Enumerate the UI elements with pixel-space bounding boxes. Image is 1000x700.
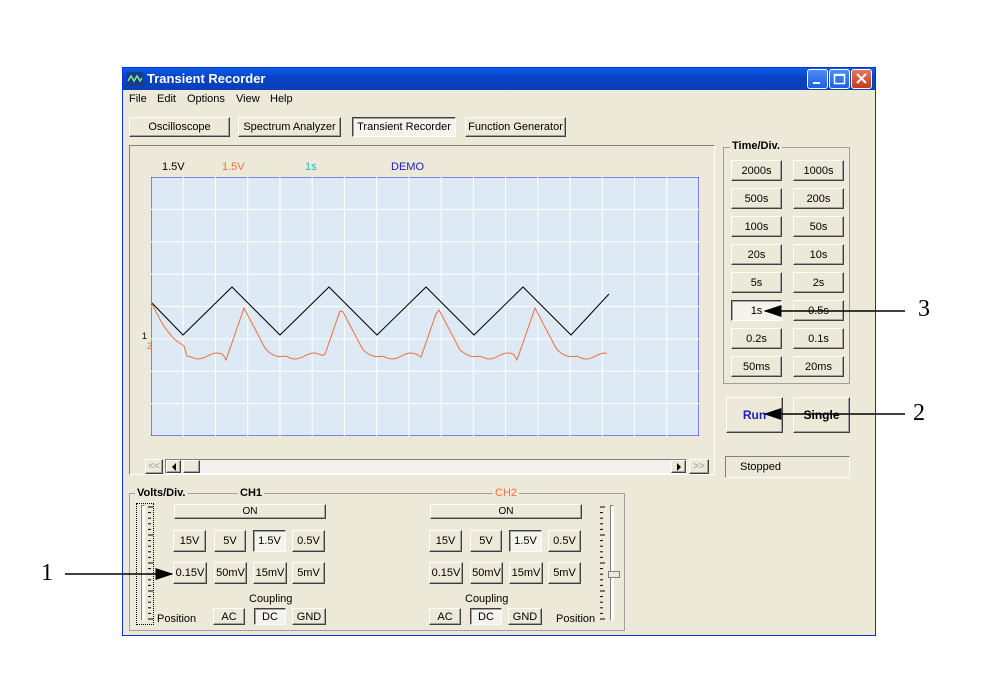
callout-label-3: 3 [918, 296, 930, 322]
ch1-range-5mV[interactable]: 5mV [292, 562, 325, 584]
callout-label-2: 2 [913, 400, 925, 426]
waveform-icon [127, 72, 143, 86]
run-button[interactable]: Run [726, 397, 783, 433]
ch1-marker: 1 [142, 331, 148, 341]
scroll-far-left-button[interactable]: << [145, 459, 163, 474]
ch1-range-0_5V[interactable]: 0.5V [292, 530, 325, 552]
ch2-position-slider[interactable] [600, 503, 620, 625]
ch2-range-15V[interactable]: 15V [429, 530, 462, 552]
time-div-button-1000s[interactable]: 1000s [793, 160, 844, 181]
single-button[interactable]: Single [793, 397, 850, 433]
ch2-range-50mV[interactable]: 50mV [470, 562, 503, 584]
minimize-icon [813, 82, 820, 84]
callout-label-1: 1 [41, 560, 53, 586]
ch2-coupling-dc[interactable]: DC [470, 608, 502, 625]
close-button[interactable] [851, 69, 872, 89]
scroll-left-button[interactable] [166, 460, 181, 473]
time-div-button-1s[interactable]: 1s [731, 300, 782, 321]
ch2-slider-track [610, 505, 614, 621]
ch2-coupling-label: Coupling [465, 593, 509, 605]
ch1-slider-ticks [148, 506, 153, 620]
ch2-range-0_15V[interactable]: 0.15V [429, 562, 463, 584]
time-div-button-50ms[interactable]: 50ms [731, 356, 782, 377]
tab-oscilloscope[interactable]: Oscilloscope [129, 117, 230, 137]
ch2-range-5V[interactable]: 5V [470, 530, 502, 552]
ch2-range-1_5V[interactable]: 1.5V [509, 530, 542, 552]
menu-file[interactable]: File [129, 93, 147, 105]
ch2-position-label: Position [556, 613, 596, 625]
ch1-range-15V[interactable]: 15V [173, 530, 206, 552]
time-div-button-0_5s[interactable]: 0.5s [793, 300, 844, 321]
ch2-range-0_5V[interactable]: 0.5V [548, 530, 581, 552]
time-div-button-0_2s[interactable]: 0.2s [731, 328, 782, 349]
time-div-button-20s[interactable]: 20s [731, 244, 782, 265]
title-bar[interactable]: Transient Recorder [123, 68, 875, 90]
minimize-button[interactable] [807, 69, 828, 89]
ch1-volts-readout: 1.5V [162, 161, 185, 173]
time-div-button-5s[interactable]: 5s [731, 272, 782, 293]
mode-readout: DEMO [391, 161, 424, 173]
arrow-left-icon [171, 462, 176, 471]
scroll-far-right-button[interactable]: >> [689, 459, 709, 474]
ch1-on-toggle[interactable]: ON [174, 504, 326, 519]
arrow-right-icon [676, 462, 681, 471]
ch1-slider-track [141, 505, 145, 621]
tab-transient-recorder[interactable]: Transient Recorder [352, 117, 456, 137]
scroll-right-button[interactable] [671, 460, 686, 473]
time-div-button-2s[interactable]: 2s [793, 272, 844, 293]
close-icon [856, 73, 867, 84]
tab-function-generator[interactable]: Function Generator [465, 117, 566, 137]
time-div-button-2000s[interactable]: 2000s [731, 160, 782, 181]
volts-div-title: Volts/Div. [135, 487, 188, 499]
time-div-button-20ms[interactable]: 20ms [793, 356, 844, 377]
time-div-button-0_1s[interactable]: 0.1s [793, 328, 844, 349]
menu-edit[interactable]: Edit [157, 93, 176, 105]
ch1-range-1_5V[interactable]: 1.5V [253, 530, 286, 552]
maximize-button[interactable] [829, 69, 850, 89]
ch2-slider-thumb[interactable] [608, 571, 620, 578]
ch1-coupling-dc[interactable]: DC [254, 608, 286, 625]
ch2-range-5mV[interactable]: 5mV [548, 562, 581, 584]
time-div-title: Time/Div. [730, 140, 782, 152]
ch1-title: CH1 [238, 487, 265, 499]
ch1-coupling-ac[interactable]: AC [213, 608, 245, 625]
ch1-range-0_15V[interactable]: 0.15V [173, 562, 207, 584]
ch2-volts-readout: 1.5V [222, 161, 245, 173]
ch2-slider-ticks [600, 506, 605, 620]
ch2-coupling-ac[interactable]: AC [429, 608, 461, 625]
menu-view[interactable]: View [236, 93, 260, 105]
window-title: Transient Recorder [147, 71, 266, 86]
ch1-range-15mV[interactable]: 15mV [253, 562, 287, 584]
ch1-position-label: Position [157, 613, 197, 625]
time-div-button-10s[interactable]: 10s [793, 244, 844, 265]
ch1-position-slider[interactable] [136, 503, 154, 625]
horizontal-scrollbar[interactable] [165, 459, 687, 474]
ch1-range-5V[interactable]: 5V [214, 530, 246, 552]
menu-options[interactable]: Options [187, 93, 225, 105]
status-box: Stopped [725, 456, 850, 478]
time-div-button-100s[interactable]: 100s [731, 216, 782, 237]
ch2-title: CH2 [493, 487, 520, 499]
ch1-coupling-label: Coupling [249, 593, 293, 605]
ch2-range-15mV[interactable]: 15mV [509, 562, 543, 584]
menu-help[interactable]: Help [270, 93, 293, 105]
menu-bar: File Edit Options View Help [123, 90, 875, 108]
scope-graph [151, 177, 699, 436]
ch1-coupling-gnd[interactable]: GND [292, 608, 326, 625]
ch2-on-toggle[interactable]: ON [430, 504, 582, 519]
status-text: Stopped [740, 461, 781, 473]
scope-display: 1.5V 1.5V 1s DEMO 1 2 [129, 145, 715, 475]
tab-spectrum-analyzer[interactable]: Spectrum Analyzer [238, 117, 341, 137]
time-div-button-200s[interactable]: 200s [793, 188, 844, 209]
scroll-thumb[interactable] [183, 460, 200, 473]
time-div-button-50s[interactable]: 50s [793, 216, 844, 237]
maximize-icon [833, 73, 846, 85]
ch2-coupling-gnd[interactable]: GND [508, 608, 542, 625]
time-div-readout: 1s [305, 161, 317, 173]
time-div-button-500s[interactable]: 500s [731, 188, 782, 209]
ch1-range-50mV[interactable]: 50mV [214, 562, 247, 584]
